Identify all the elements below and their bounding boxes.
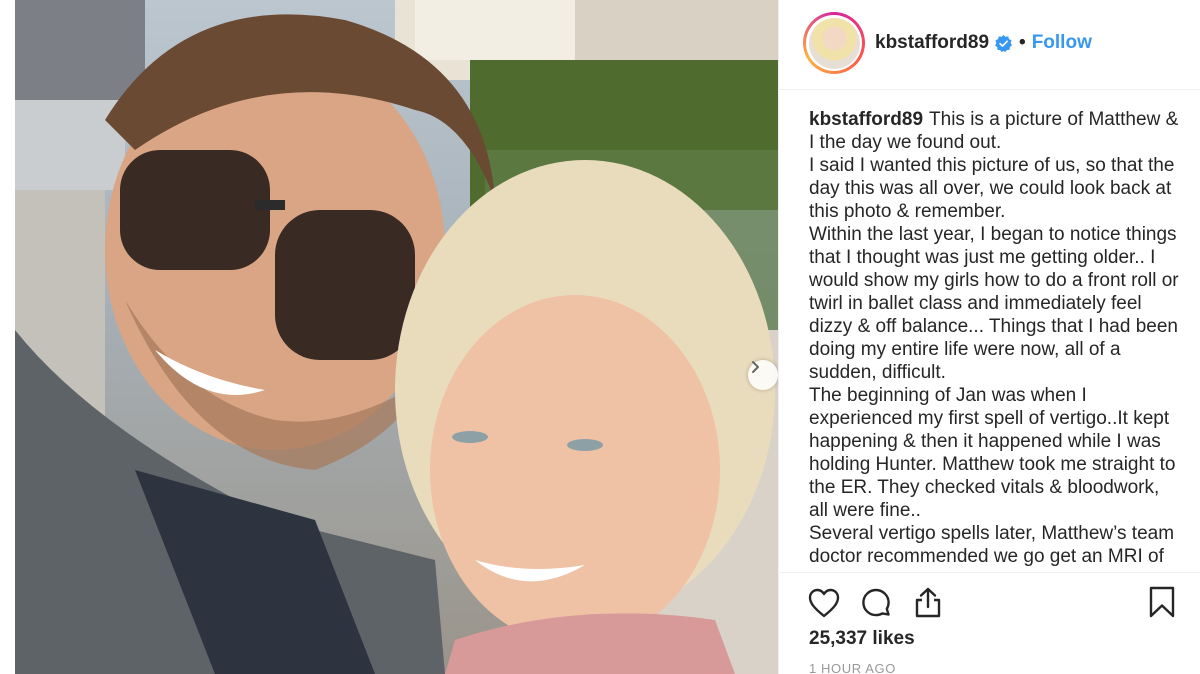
username-link[interactable]: kbstafford89 [875, 32, 989, 54]
follow-button[interactable]: Follow [1032, 32, 1092, 54]
comment-button[interactable] [859, 587, 893, 619]
likes-count[interactable]: 25,337 likes [809, 628, 915, 650]
caption-paragraph: Several vertigo spells later, Matthew’s … [809, 523, 1175, 567]
save-button[interactable] [1147, 585, 1177, 619]
separator-dot: • [1019, 32, 1026, 53]
post-header: kbstafford89 • Follow [779, 0, 1200, 90]
heart-icon [808, 588, 840, 618]
carousel-next-button[interactable] [748, 360, 778, 390]
post-timestamp[interactable]: 1 HOUR AGO [809, 661, 896, 674]
caption-username-link[interactable]: kbstafford89 [809, 109, 923, 130]
selfie-illustration [15, 0, 778, 674]
post-actions: 25,337 likes 1 HOUR AGO [779, 572, 1200, 674]
avatar [808, 17, 860, 69]
caption-paragraph: The beginning of Jan was when I experien… [809, 385, 1176, 521]
post-side-panel: kbstafford89 • Follow kbstafford89 This i… [778, 0, 1200, 674]
avatar-story-ring[interactable] [803, 12, 865, 74]
comment-bubble-icon [862, 588, 890, 617]
bookmark-icon [1149, 586, 1175, 618]
share-icon [915, 587, 941, 618]
caption-paragraph: I said I wanted this picture of us, so t… [809, 155, 1175, 222]
caption-paragraph: Within the last year, I began to notice … [809, 224, 1179, 383]
caption-paragraph: kbstafford89 This is a picture of Matthew… [809, 109, 1179, 153]
post-caption: kbstafford89 This is a picture of Matthew… [809, 108, 1179, 570]
post-photo[interactable] [15, 0, 778, 674]
verified-badge-icon [995, 34, 1013, 52]
share-button[interactable] [911, 585, 945, 619]
user-row: kbstafford89 • Follow [875, 30, 1092, 56]
like-button[interactable] [807, 587, 841, 619]
chevron-right-icon [752, 361, 759, 373]
